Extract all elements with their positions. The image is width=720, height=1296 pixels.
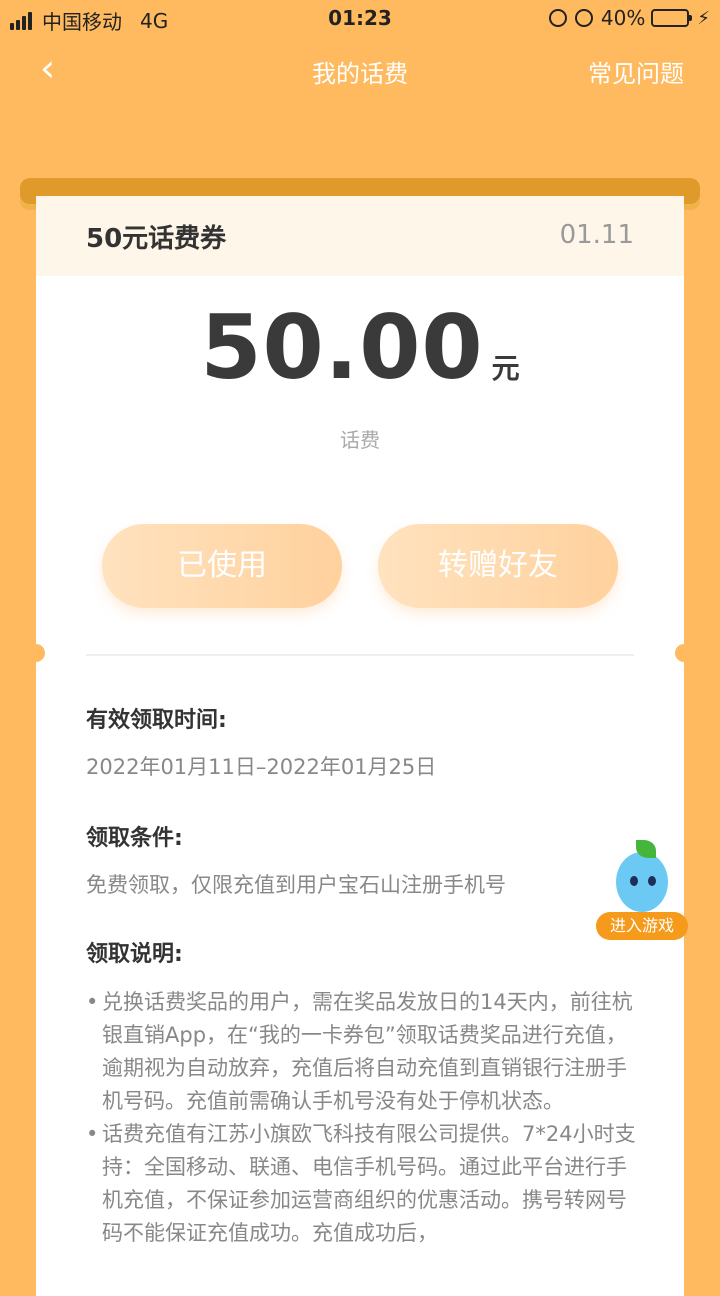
coupon-header: 50元话费券 01.11 — [36, 196, 684, 276]
coupon-name: 50元话费券 — [86, 224, 227, 254]
amount-unit: 元 — [491, 352, 520, 385]
used-button[interactable]: 已使用 — [102, 524, 342, 608]
note-item: 话费充值有江苏小旗欧飞科技有限公司提供。7*24小时支持：全国移动、联通、电信手… — [86, 1118, 638, 1250]
nav-bar: ‹ 我的话费 常见问题 — [0, 40, 720, 100]
game-entry-mascot[interactable]: 进入游戏 — [596, 840, 688, 944]
condition-text: 免费领取，仅限充值到用户宝石山注册手机号 — [86, 873, 506, 897]
valid-time-section: 有效领取时间: 2022年01月11日–2022年01月25日 — [86, 702, 646, 782]
valid-time-title: 有效领取时间: — [86, 708, 227, 733]
coupon-type: 话费 — [340, 428, 380, 452]
status-bar: 中国移动 4G 01:23 40% ⚡ — [0, 0, 720, 36]
battery-percent: 40% — [600, 6, 646, 30]
enter-game-button[interactable]: 进入游戏 — [596, 912, 688, 940]
coupon-amount: 50.00 元 — [36, 296, 684, 399]
condition-section: 领取条件: 免费领取，仅限充值到用户宝石山注册手机号 — [86, 820, 646, 900]
charging-icon: ⚡ — [697, 7, 710, 29]
gift-friend-button[interactable]: 转赠好友 — [378, 524, 618, 608]
description-section: 领取说明: — [86, 936, 646, 968]
mascot-eye — [648, 876, 656, 886]
description-notes: 兑换话费奖品的用户，需在奖品发放日的14天内，前往杭银直销App，在“我的一卡券… — [86, 986, 638, 1250]
note-item: 兑换话费奖品的用户，需在奖品发放日的14天内，前往杭银直销App，在“我的一卡券… — [86, 986, 638, 1118]
condition-title: 领取条件: — [86, 826, 183, 851]
valid-time-text: 2022年01月11日–2022年01月25日 — [86, 755, 437, 779]
faq-link[interactable]: 常见问题 — [588, 54, 684, 89]
amount-value: 50.00 — [200, 296, 484, 399]
card-notch-left — [27, 644, 45, 662]
battery-icon — [651, 9, 693, 27]
orientation-lock-icon — [548, 9, 567, 27]
description-title: 领取说明: — [86, 942, 183, 967]
coupon-date: 01.11 — [559, 220, 634, 250]
card-notch-right — [675, 644, 693, 662]
status-right: 40% ⚡ — [548, 6, 710, 30]
alarm-icon — [574, 9, 593, 27]
mascot-icon — [616, 852, 668, 912]
divider — [86, 654, 634, 656]
mascot-eye — [630, 876, 638, 886]
